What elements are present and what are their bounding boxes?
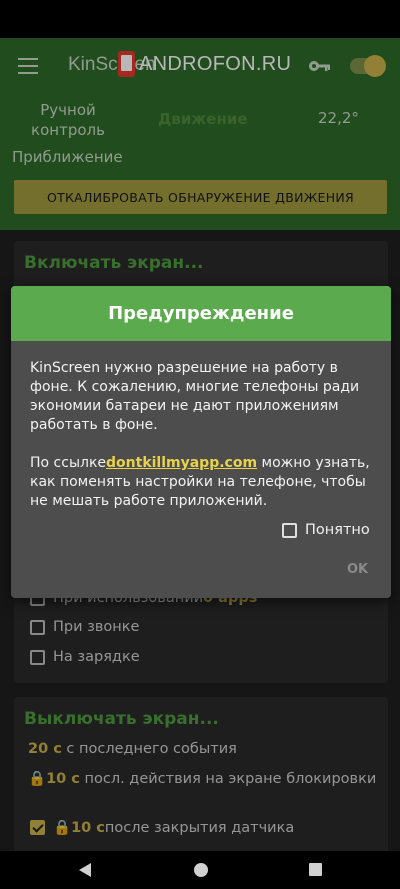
- back-icon[interactable]: [79, 863, 91, 877]
- dialog-body: KinScreen нужно разрешение на работу в ф…: [30, 359, 382, 530]
- ok-button[interactable]: OK: [347, 562, 368, 577]
- link-prefix: По ссылке: [30, 455, 107, 471]
- home-icon[interactable]: [194, 863, 208, 877]
- dialog-title: Предупреждение: [108, 303, 294, 324]
- dialog-paragraph: KinScreen нужно разрешение на работу в ф…: [30, 360, 360, 433]
- dontkillmyapp-link[interactable]: dontkillmyapp.com: [106, 455, 257, 471]
- dialog-paragraph-link: По ссылкеdontkillmyapp.com можно узнать,…: [30, 454, 382, 511]
- understood-checkbox-row[interactable]: Понятно: [282, 522, 370, 538]
- understood-checkbox[interactable]: [282, 522, 297, 538]
- dialog-header: Предупреждение: [11, 286, 391, 341]
- navigation-bar: [0, 851, 400, 889]
- status-bar: [0, 0, 400, 38]
- recents-icon[interactable]: [309, 863, 322, 876]
- understood-label: Понятно: [305, 522, 370, 538]
- warning-dialog: Предупреждение KinScreen нужно разрешени…: [11, 286, 391, 598]
